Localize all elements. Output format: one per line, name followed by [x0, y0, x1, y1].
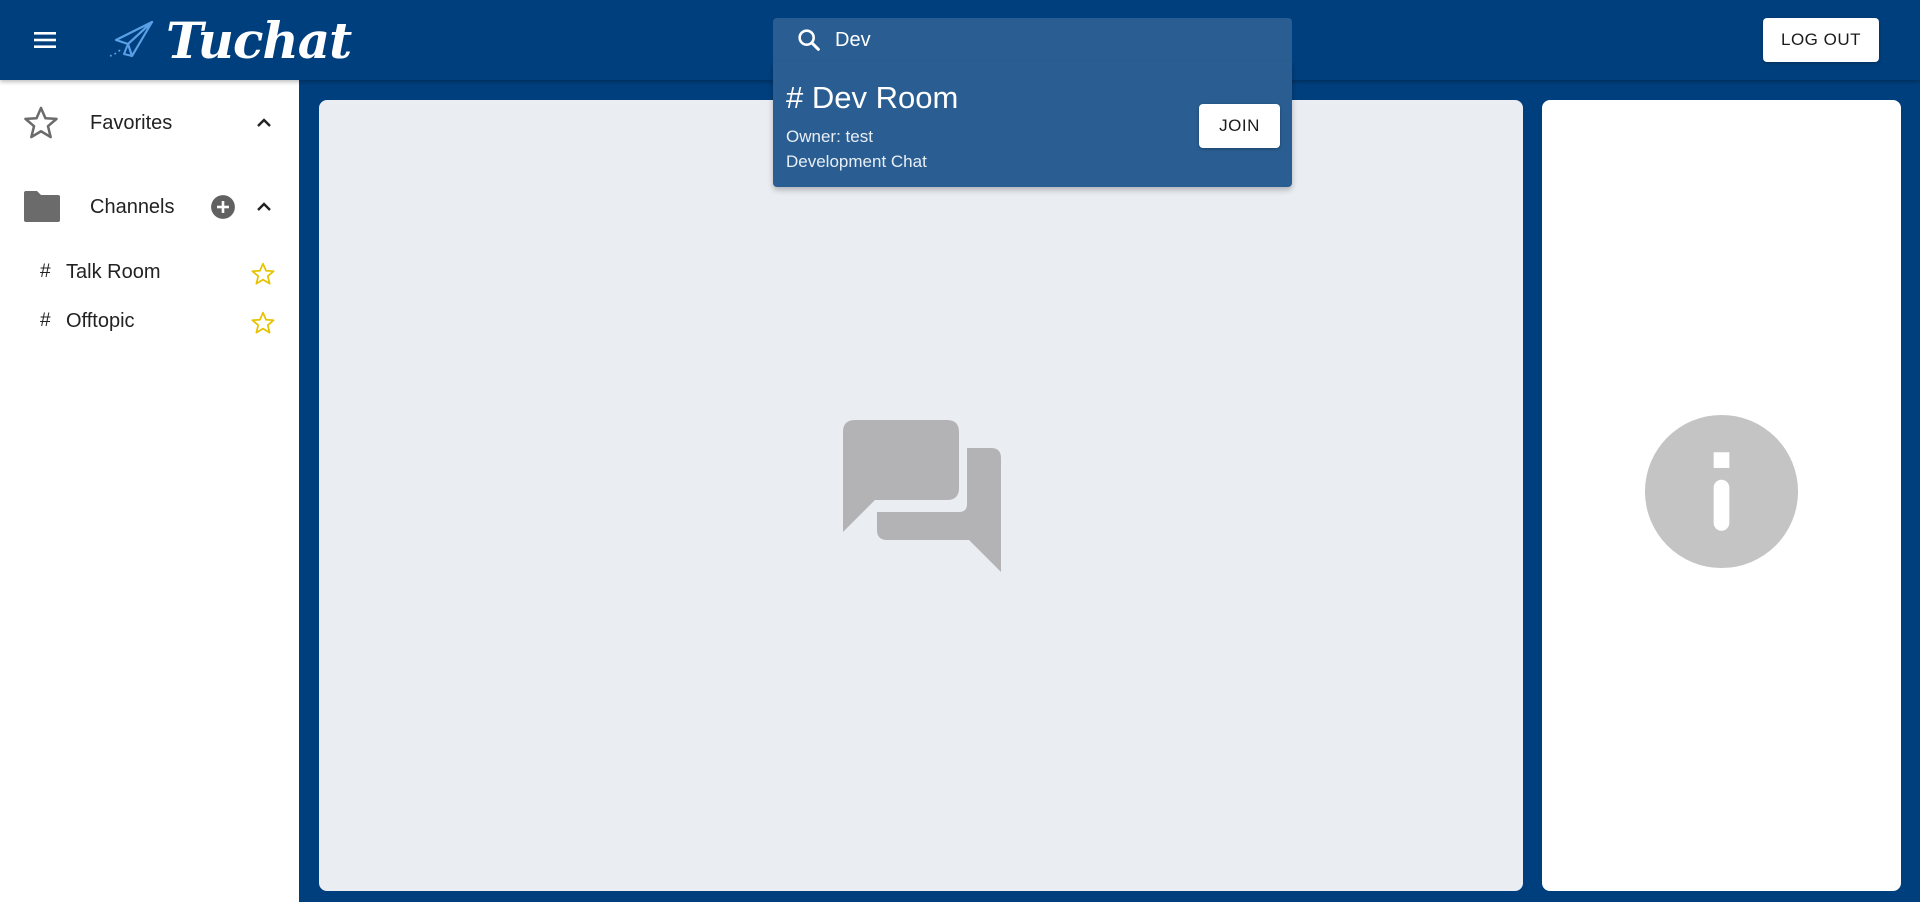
result-channel-title: # Dev Room [786, 80, 959, 115]
channel-hash: # [40, 261, 51, 282]
favorites-label: Favorites [90, 112, 173, 134]
channel-hash: # [40, 310, 51, 331]
channel-name: Offtopic [66, 310, 135, 332]
search-icon [798, 29, 820, 51]
chat-panel [319, 100, 1523, 891]
result-channel-owner: Owner: test [786, 127, 873, 146]
favorite-star-icon[interactable] [250, 261, 276, 287]
favorites-section-header[interactable]: Favorites [0, 93, 299, 153]
sidebar: Favorites Channels # Talk Room # Offtopi… [0, 80, 299, 902]
paper-plane-icon [109, 20, 154, 58]
app-logo[interactable]: Tuchat [108, 8, 352, 72]
channels-section-header[interactable]: Channels [0, 177, 299, 237]
favorite-star-icon[interactable] [250, 310, 276, 336]
search-results-dropdown: # Dev Room Owner: test Development Chat … [773, 62, 1292, 187]
folder-icon [24, 191, 60, 222]
search-result-item[interactable]: # Dev Room Owner: test Development Chat … [773, 62, 1292, 187]
join-button[interactable]: JOIN [1199, 104, 1280, 148]
result-channel-description: Development Chat [786, 152, 927, 171]
channel-search[interactable] [773, 18, 1292, 62]
add-circle-icon[interactable] [210, 194, 236, 220]
info-icon [1644, 414, 1799, 569]
star-outline-icon [24, 106, 58, 139]
chevron-up-icon[interactable] [252, 111, 276, 135]
info-panel [1542, 100, 1901, 891]
channel-name: Talk Room [66, 261, 161, 283]
app-name: Tuchat [166, 10, 352, 70]
channel-item-talk-room[interactable]: # Talk Room [0, 251, 299, 295]
channel-item-offtopic[interactable]: # Offtopic [0, 300, 299, 344]
search-input[interactable] [835, 28, 1235, 52]
forum-icon [843, 420, 1001, 572]
logout-button[interactable]: LOG OUT [1763, 18, 1879, 62]
chevron-up-icon[interactable] [252, 195, 276, 219]
channels-label: Channels [90, 196, 175, 218]
menu-icon[interactable] [28, 27, 62, 53]
